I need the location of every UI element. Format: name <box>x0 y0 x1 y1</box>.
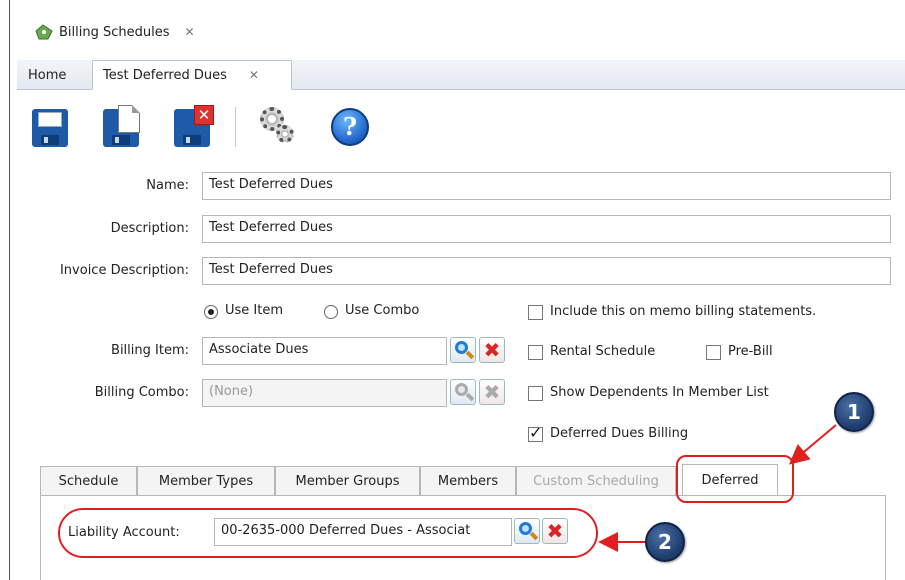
callout-arrows <box>598 424 837 552</box>
callout-badge-2: 2 <box>645 522 685 562</box>
callout-badge-1: 1 <box>834 392 874 432</box>
callout-1-arrow <box>788 424 837 465</box>
